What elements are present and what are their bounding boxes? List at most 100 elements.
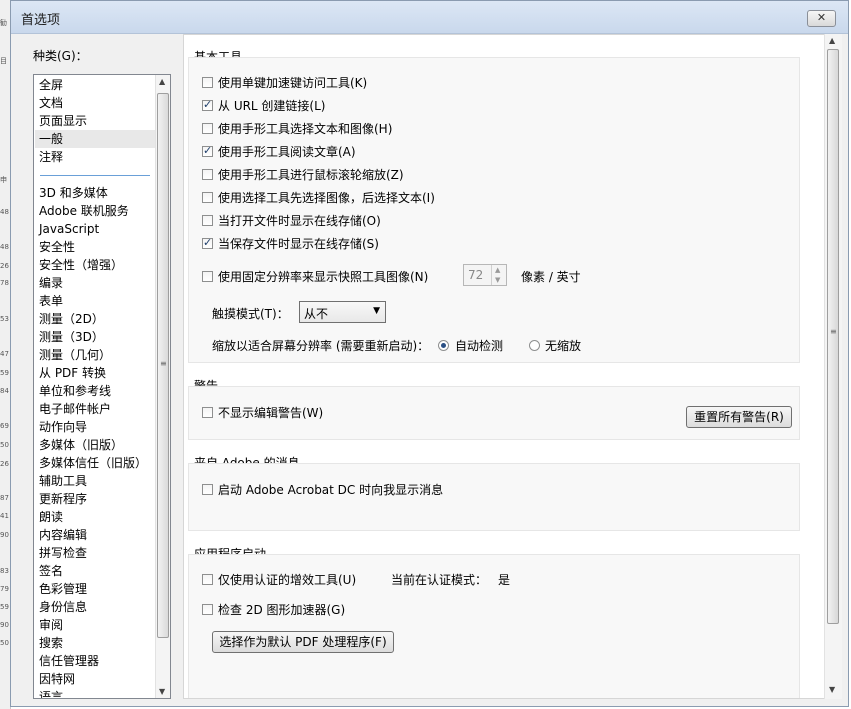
category-item[interactable]: 测量（几何） [39, 346, 111, 364]
category-item[interactable]: 安全性（增强） [39, 256, 123, 274]
bg-mark: 90 [0, 531, 9, 539]
bg-mark: 勧 [0, 19, 7, 27]
category-item[interactable]: 色彩管理 [39, 580, 87, 598]
preferences-dialog: 首选项 ✕ 种类(G)： 全屏 文档 页面显示 一般 注释 3D 和多媒体 Ado… [10, 0, 849, 707]
category-item[interactable]: 全屏 [39, 76, 63, 94]
category-item[interactable]: 签名 [39, 562, 63, 580]
category-item[interactable]: 身份信息 [39, 598, 87, 616]
bg-mark: 50 [0, 639, 9, 647]
checkbox-label: 从 URL 创建链接(L) [218, 99, 326, 113]
stepper-down-icon[interactable]: ▼ [495, 276, 500, 284]
grip-icon: ≡ [830, 327, 837, 336]
checkbox-show-messages-on-launch[interactable] [202, 484, 213, 495]
category-item[interactable]: 搜索 [39, 634, 63, 652]
bg-mark: 79 [0, 585, 9, 593]
category-item[interactable]: 辅助工具 [39, 472, 87, 490]
category-item[interactable]: 单位和参考线 [39, 382, 111, 400]
categories-scrollbar[interactable]: ▲ ≡ ▼ [155, 75, 170, 698]
bg-mark: 48 [0, 208, 9, 216]
bg-mark: 78 [0, 279, 9, 287]
bg-mark: 53 [0, 315, 9, 323]
checkbox-label: 检查 2D 图形加速器(G) [218, 603, 346, 617]
checkbox-hand-tool-select-text[interactable] [202, 123, 213, 134]
close-button[interactable]: ✕ [807, 10, 836, 27]
scroll-down-icon[interactable]: ▼ [159, 687, 165, 696]
radio-auto-detect[interactable] [438, 340, 449, 351]
checkbox-create-links-from-urls[interactable] [202, 98, 213, 111]
bg-mark: 50 [0, 441, 9, 449]
category-item[interactable]: 因特网 [39, 670, 75, 688]
checkbox-fixed-resolution-snapshot[interactable] [202, 271, 213, 282]
category-item[interactable]: 多媒体信任（旧版） [39, 454, 147, 472]
scroll-up-icon[interactable]: ▲ [159, 77, 165, 86]
checkbox-online-storage-save[interactable] [202, 236, 213, 249]
categories-label: 种类(G)： [33, 49, 88, 63]
category-item[interactable]: 信任管理器 [39, 652, 99, 670]
checkbox-certified-plugins-only[interactable] [202, 574, 213, 585]
reset-warnings-button[interactable]: 重置所有警告(R) [686, 406, 792, 428]
checkbox-label: 使用选择工具先选择图像，后选择文本(I) [218, 191, 435, 205]
bg-mark: 87 [0, 494, 9, 502]
bg-mark: 目 [0, 57, 7, 65]
category-item[interactable]: 表单 [39, 292, 63, 310]
category-item[interactable]: 注释 [39, 148, 63, 166]
category-item[interactable]: 语言 [39, 688, 63, 698]
stepper-arrows[interactable]: ▲ ▼ [491, 265, 506, 285]
category-item[interactable]: 动作向导 [39, 418, 87, 436]
category-item-selected[interactable]: 一般 [35, 130, 157, 148]
category-item[interactable]: 多媒体（旧版） [39, 436, 123, 454]
category-item[interactable]: Adobe 联机服务 [39, 202, 129, 220]
touch-mode-label: 触摸模式(T)： [212, 307, 289, 321]
checkbox-single-key-accelerators[interactable] [202, 77, 213, 88]
category-item[interactable]: 编录 [39, 274, 63, 292]
title-bar[interactable]: 首选项 ✕ [11, 1, 848, 34]
category-item[interactable]: 3D 和多媒体 [39, 184, 108, 202]
bg-mark: 申 [0, 176, 7, 184]
scrollbar-thumb[interactable]: ≡ [157, 93, 169, 638]
checkbox-select-tool-images-first[interactable] [202, 192, 213, 203]
checkbox-label: 使用手形工具阅读文章(A) [218, 145, 356, 159]
resolution-unit: 像素 / 英寸 [521, 270, 581, 284]
category-item[interactable]: 电子邮件帐户 [39, 400, 111, 418]
category-item[interactable]: 测量（2D） [39, 310, 104, 328]
chevron-down-icon: ▼ [373, 306, 380, 316]
category-item[interactable]: 从 PDF 转换 [39, 364, 106, 382]
category-item[interactable]: JavaScript [39, 220, 99, 238]
bg-mark: 83 [0, 567, 9, 575]
category-item[interactable]: 页面显示 [39, 112, 87, 130]
resolution-stepper[interactable]: 72 ▲ ▼ [463, 264, 507, 286]
resolution-value: 72 [468, 268, 484, 282]
scrollbar-thumb[interactable]: ≡ [827, 49, 839, 624]
bg-mark: 41 [0, 512, 9, 520]
checkbox-label: 使用手形工具进行鼠标滚轮缩放(Z) [218, 168, 404, 182]
bg-mark: 47 [0, 350, 9, 358]
checkbox-check-2d-accelerator[interactable] [202, 604, 213, 615]
category-item[interactable]: 测量（3D） [39, 328, 104, 346]
settings-scrollbar[interactable]: ▲ ≡ ▼ [824, 34, 842, 699]
bg-mark: 48 [0, 243, 9, 251]
categories-list: 全屏 文档 页面显示 一般 注释 3D 和多媒体 Adobe 联机服务 JavaSc… [33, 74, 171, 699]
checkbox-hand-tool-read-articles[interactable] [202, 144, 213, 157]
stepper-up-icon[interactable]: ▲ [495, 266, 500, 274]
checkbox-label: 使用手形工具选择文本和图像(H) [218, 122, 393, 136]
bg-mark: 59 [0, 369, 9, 377]
checkbox-no-edit-warnings[interactable] [202, 407, 213, 418]
checkbox-online-storage-open[interactable] [202, 215, 213, 226]
category-item[interactable]: 安全性 [39, 238, 75, 256]
default-pdf-handler-button[interactable]: 选择作为默认 PDF 处理程序(F) [212, 631, 394, 653]
category-item[interactable]: 审阅 [39, 616, 63, 634]
category-item[interactable]: 拼写检查 [39, 544, 87, 562]
scroll-up-icon[interactable]: ▲ [829, 36, 835, 45]
bg-mark: 90 [0, 621, 9, 629]
touch-mode-select[interactable]: 从不 ▼ [299, 301, 386, 323]
category-item[interactable]: 朗读 [39, 508, 63, 526]
radio-no-scaling[interactable] [529, 340, 540, 351]
category-item[interactable]: 更新程序 [39, 490, 87, 508]
category-item[interactable]: 文档 [39, 94, 63, 112]
category-item[interactable]: 内容编辑 [39, 526, 87, 544]
radio-label: 自动检测 [455, 339, 504, 353]
checkbox-label: 仅使用认证的增效工具(U) [218, 573, 357, 587]
checkbox-hand-tool-wheel-zoom[interactable] [202, 169, 213, 180]
scroll-down-icon[interactable]: ▼ [829, 685, 835, 694]
category-separator [40, 175, 150, 176]
